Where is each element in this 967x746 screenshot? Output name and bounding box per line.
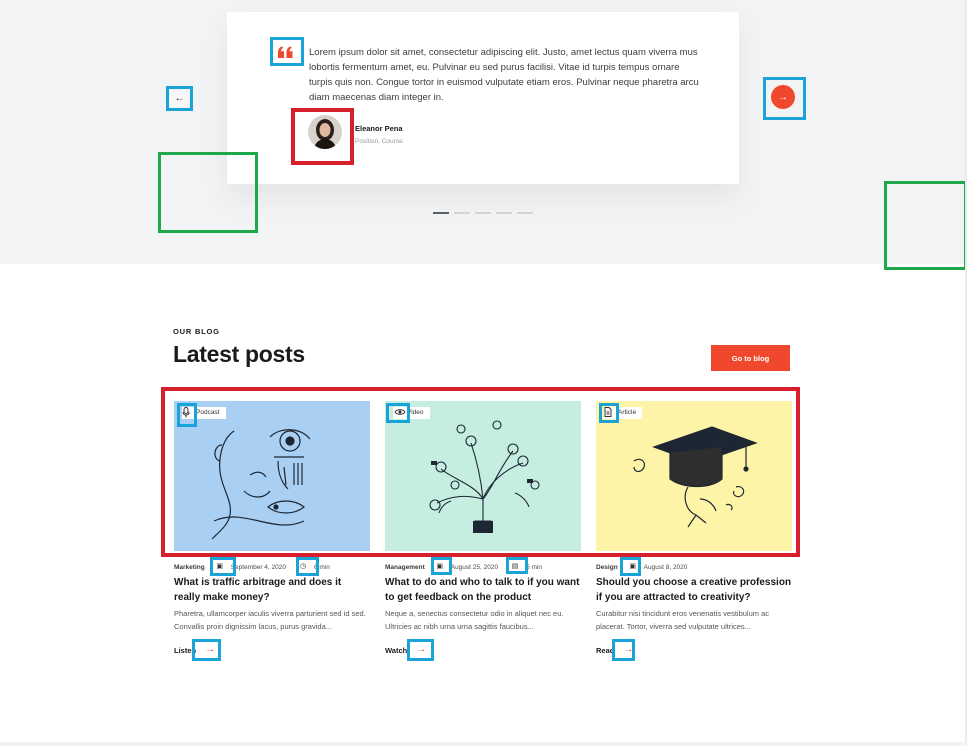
slider-dot-1[interactable] — [433, 212, 449, 214]
author-role: Position, Course — [355, 138, 403, 145]
slider-dot-5[interactable] — [517, 212, 533, 214]
post-thumbnail[interactable]: Podcast — [174, 401, 370, 551]
clock-icon: ◷ — [299, 563, 307, 570]
slider-dot-2[interactable] — [454, 212, 470, 214]
type-icon-wrapper — [177, 402, 195, 424]
arrow-right-icon: → — [416, 644, 427, 655]
post-title[interactable]: What to do and who to talk to if you wan… — [385, 575, 581, 605]
post-meta: Marketing ▣ September 4, 2020 ◷ 6 min — [174, 560, 370, 574]
type-icon-wrapper — [388, 402, 412, 424]
post-card: Article Design ▣ August 8, 2020 Should y… — [596, 401, 792, 655]
blog-eyebrow: OUR BLOG — [173, 327, 220, 336]
calendar-icon: ▣ — [436, 563, 444, 570]
arrow-right-icon: → — [205, 644, 216, 655]
post-duration: 6 min — [314, 563, 330, 571]
slider-pagination — [433, 212, 533, 214]
testimonials-section: Lorem ipsum dolor sit amet, consectetur … — [0, 0, 967, 264]
post-link-label: Read — [596, 645, 615, 655]
avatar — [308, 115, 342, 149]
testimonial-card: Lorem ipsum dolor sit amet, consectetur … — [227, 12, 739, 184]
post-date: September 4, 2020 — [230, 563, 286, 571]
eye-icon — [391, 405, 409, 419]
post-link-label: Listen — [174, 645, 197, 655]
film-icon: ▤ — [511, 563, 519, 570]
post-meta: Management ▣ August 25, 2020 ▤ 5 min — [385, 560, 581, 574]
post-card: Video Management ▣ August 25, 2020 ▤ 5 m… — [385, 401, 581, 655]
post-read-link[interactable]: Watch → — [385, 640, 435, 660]
document-icon — [602, 405, 614, 419]
author-avatar-wrapper — [291, 108, 353, 164]
post-duration: 5 min — [526, 563, 542, 571]
arrow-left-icon: ← — [170, 90, 189, 107]
post-thumbnail[interactable]: Video — [385, 401, 581, 551]
arrow-right-icon: → — [771, 85, 795, 109]
author-name: Eleanor Pena — [355, 124, 403, 133]
calendar-icon: ▣ — [216, 563, 224, 570]
post-meta: Design ▣ August 8, 2020 — [596, 560, 792, 574]
post-link-label: Watch — [385, 645, 408, 655]
slider-dot-4[interactable] — [496, 212, 512, 214]
post-read-link[interactable]: Read → — [596, 640, 642, 660]
calendar-icon: ▣ — [629, 563, 636, 570]
post-category[interactable]: Design — [596, 564, 618, 571]
post-category[interactable]: Marketing — [174, 564, 205, 571]
post-thumbnail[interactable]: Article — [596, 401, 792, 551]
page-bottom — [0, 742, 967, 746]
post-read-link[interactable]: Listen → — [174, 640, 224, 660]
next-slide-button[interactable]: → — [763, 77, 806, 120]
post-date: August 8, 2020 — [643, 563, 688, 571]
post-title[interactable]: What is traffic arbitrage and does it re… — [174, 575, 370, 605]
post-date: August 25, 2020 — [450, 563, 499, 571]
type-icon-wrapper — [599, 402, 617, 424]
go-to-blog-button[interactable]: Go to blog — [711, 345, 790, 371]
arrow-right-icon: → — [623, 644, 634, 655]
post-excerpt: Neque a, senectus consectetur odio in al… — [385, 609, 564, 631]
post-category[interactable]: Management — [385, 564, 425, 571]
slider-dot-3[interactable] — [475, 212, 491, 214]
post-excerpt: Curabitur nisi tincidunt eros venenatis … — [596, 609, 770, 631]
blog-title: Latest posts — [173, 341, 305, 367]
quote-icon — [272, 40, 298, 64]
post-excerpt: Pharetra, ullamcorper iaculis viverra pa… — [174, 609, 366, 631]
post-card: Podcast Marketing ▣ September 4, 2020 ◷ … — [174, 401, 370, 655]
microphone-icon — [180, 405, 192, 419]
testimonial-quote: Lorem ipsum dolor sit amet, consectetur … — [309, 47, 699, 103]
prev-slide-button[interactable]: ← — [166, 86, 193, 111]
post-title[interactable]: Should you choose a creative profession … — [596, 575, 792, 605]
